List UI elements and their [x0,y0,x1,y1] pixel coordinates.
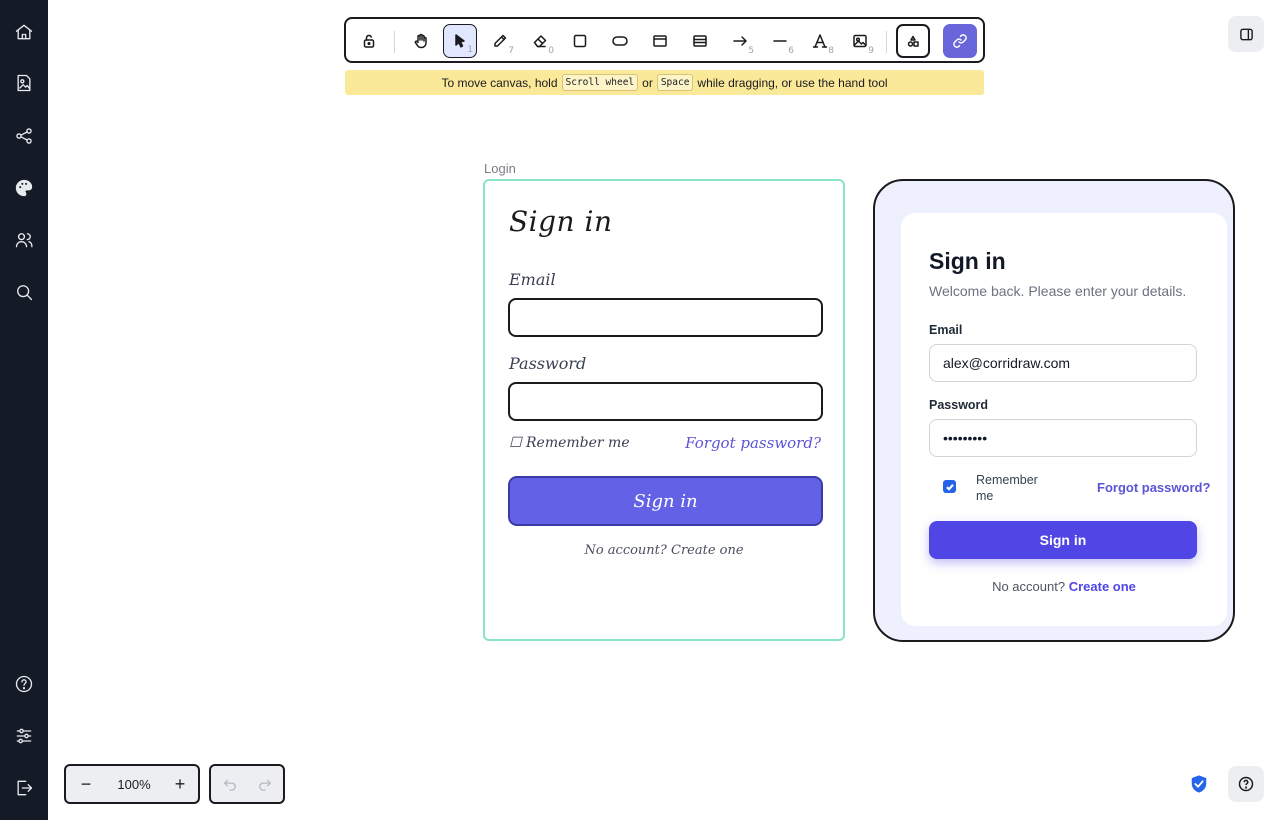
ellipse-tool-icon[interactable] [603,24,637,58]
remember-label[interactable]: Remember me [976,472,1046,504]
shortcut-key: 0 [548,46,554,56]
zoom-in-button[interactable]: + [164,768,196,800]
preview-device-frame[interactable]: Sign in Welcome back. Please enter your … [873,179,1235,642]
preview-title: Sign in [929,248,1006,274]
zoom-out-button[interactable]: − [70,768,102,800]
sketch-title: Sign in [509,205,613,238]
forgot-password-link[interactable]: Forgot password? [1097,480,1210,495]
remember-checkbox[interactable] [943,480,956,493]
lock-icon[interactable] [352,24,386,58]
shortcut-key: 8 [828,46,834,56]
sketch-password-input[interactable] [508,382,823,421]
image-tool-icon[interactable]: 9 [843,24,877,58]
main-toolbar: 1 7 0 5 6 8 9 [344,17,985,63]
sketch-sign-in-button[interactable]: Sign in [508,476,823,526]
login-card: Sign in Welcome back. Please enter your … [901,213,1227,626]
shortcut-key: 9 [868,46,874,56]
home-icon[interactable] [12,20,36,44]
help-icon[interactable] [1228,766,1264,802]
preview-footer: No account? Create one [901,579,1227,594]
sketch-footer-link[interactable]: No account? Create one [485,543,843,558]
sketch-frame[interactable]: Sign in Email Password ☐ Remember me For… [483,179,845,641]
shortcut-key: 7 [508,46,514,56]
search-icon[interactable] [12,280,36,304]
hand-tool-icon[interactable] [404,24,438,58]
checkmark-icon [945,483,954,491]
footer-text: No account? [992,579,1066,594]
draw-tool-icon[interactable]: 7 [483,24,517,58]
line-tool-icon[interactable]: 6 [763,24,797,58]
hint-key-space: Space [656,74,694,91]
text-tool-icon[interactable]: 8 [803,24,837,58]
hint-text: while dragging, or use the hand tool [697,75,888,90]
sketch-email-input[interactable] [508,298,823,337]
frame-tool-icon[interactable] [643,24,677,58]
rectangle-tool-icon[interactable] [563,24,597,58]
sketch-forgot-link[interactable]: Forgot password? [685,434,821,452]
hint-key-scroll: Scroll wheel [561,74,639,91]
shortcut-key: 1 [467,45,473,55]
hint-text: or [642,75,653,90]
share-graph-icon[interactable] [12,124,36,148]
preview-subtitle: Welcome back. Please enter your details. [929,283,1187,299]
preview-password-label: Password [929,398,989,412]
undo-icon[interactable] [214,768,246,800]
canvas-hint: To move canvas, hold Scroll wheel or Spa… [345,70,984,95]
zoom-level[interactable]: 100% [106,768,162,800]
redo-icon[interactable] [249,768,281,800]
table-tool-icon[interactable] [683,24,717,58]
arrow-tool-icon[interactable]: 5 [723,24,757,58]
eraser-tool-icon[interactable]: 0 [523,24,557,58]
palette-icon[interactable] [12,176,36,200]
zoom-controls: − 100% + [64,764,200,804]
sketch-password-label: Password [509,354,587,373]
create-account-link[interactable]: Create one [1069,579,1136,594]
sign-in-button[interactable]: Sign in [929,521,1197,559]
shortcut-key: 5 [748,46,754,56]
selection-tool-icon[interactable]: 1 [443,24,477,58]
shortcut-key: 6 [788,46,794,56]
users-icon[interactable] [12,228,36,252]
hint-text: To move canvas, hold [441,75,558,90]
shield-check-icon[interactable] [1188,773,1210,795]
preview-email-label: Email [929,323,963,337]
frame-label[interactable]: Login [484,161,516,176]
preview-email-input[interactable]: alex@corridraw.com [929,344,1197,382]
toggle-sidebar-icon[interactable] [1228,16,1264,52]
history-controls [209,764,285,804]
logout-icon[interactable] [12,776,36,800]
help-circle-icon[interactable] [12,672,36,696]
sketch-remember-checkbox[interactable]: ☐ Remember me [509,435,630,451]
more-shapes-icon[interactable] [896,24,930,58]
sketch-email-label: Email [509,270,556,289]
left-sidebar [0,0,48,820]
toolbar-divider [394,31,395,53]
preview-password-input[interactable]: ••••••••• [929,419,1197,457]
sliders-icon[interactable] [12,724,36,748]
link-icon[interactable] [943,24,977,58]
toolbar-divider [886,31,887,53]
image-file-icon[interactable] [12,71,36,95]
